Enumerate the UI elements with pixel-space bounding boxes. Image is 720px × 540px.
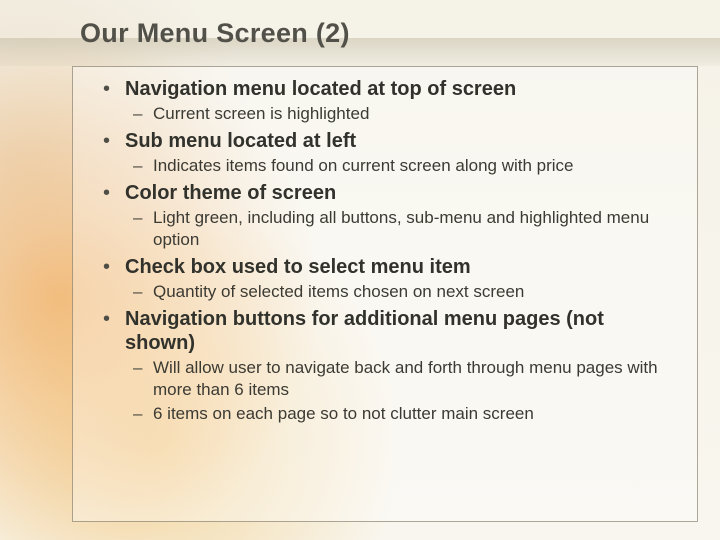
bullet-icon: • [103, 307, 125, 331]
dash-icon: – [133, 103, 153, 125]
sub-text: Indicates items found on current screen … [153, 155, 574, 177]
sub-text: Light green, including all buttons, sub-… [153, 207, 677, 251]
sub-item: – Indicates items found on current scree… [133, 155, 677, 177]
bullet-item: • Navigation buttons for additional menu… [103, 307, 677, 425]
sub-item: – Quantity of selected items chosen on n… [133, 281, 677, 303]
content-box: • Navigation menu located at top of scre… [72, 66, 698, 522]
bullet-item: • Check box used to select menu item – Q… [103, 255, 677, 303]
sub-item: – Current screen is highlighted [133, 103, 677, 125]
slide-title: Our Menu Screen (2) [80, 18, 350, 49]
sub-item: – Light green, including all buttons, su… [133, 207, 677, 251]
bullet-item: • Navigation menu located at top of scre… [103, 77, 677, 125]
sub-list: – Will allow user to navigate back and f… [133, 357, 677, 425]
dash-icon: – [133, 155, 153, 177]
sub-list: – Quantity of selected items chosen on n… [133, 281, 677, 303]
sub-text: Will allow user to navigate back and for… [153, 357, 677, 401]
bullet-item: • Sub menu located at left – Indicates i… [103, 129, 677, 177]
sub-text: 6 items on each page so to not clutter m… [153, 403, 534, 425]
bullet-text: Sub menu located at left [125, 129, 356, 153]
dash-icon: – [133, 207, 153, 229]
sub-item: – Will allow user to navigate back and f… [133, 357, 677, 401]
bullet-icon: • [103, 129, 125, 153]
bullet-text: Color theme of screen [125, 181, 336, 205]
dash-icon: – [133, 357, 153, 379]
bullet-text: Navigation buttons for additional menu p… [125, 307, 677, 355]
sub-list: – Light green, including all buttons, su… [133, 207, 677, 251]
sub-list: – Indicates items found on current scree… [133, 155, 677, 177]
bullet-icon: • [103, 181, 125, 205]
sub-text: Quantity of selected items chosen on nex… [153, 281, 524, 303]
bullet-icon: • [103, 77, 125, 101]
sub-text: Current screen is highlighted [153, 103, 369, 125]
bullet-list: • Navigation menu located at top of scre… [103, 77, 677, 425]
sub-list: – Current screen is highlighted [133, 103, 677, 125]
bullet-text: Check box used to select menu item [125, 255, 471, 279]
dash-icon: – [133, 403, 153, 425]
sub-item: – 6 items on each page so to not clutter… [133, 403, 677, 425]
bullet-item: • Color theme of screen – Light green, i… [103, 181, 677, 251]
bullet-icon: • [103, 255, 125, 279]
dash-icon: – [133, 281, 153, 303]
bullet-text: Navigation menu located at top of screen [125, 77, 516, 101]
